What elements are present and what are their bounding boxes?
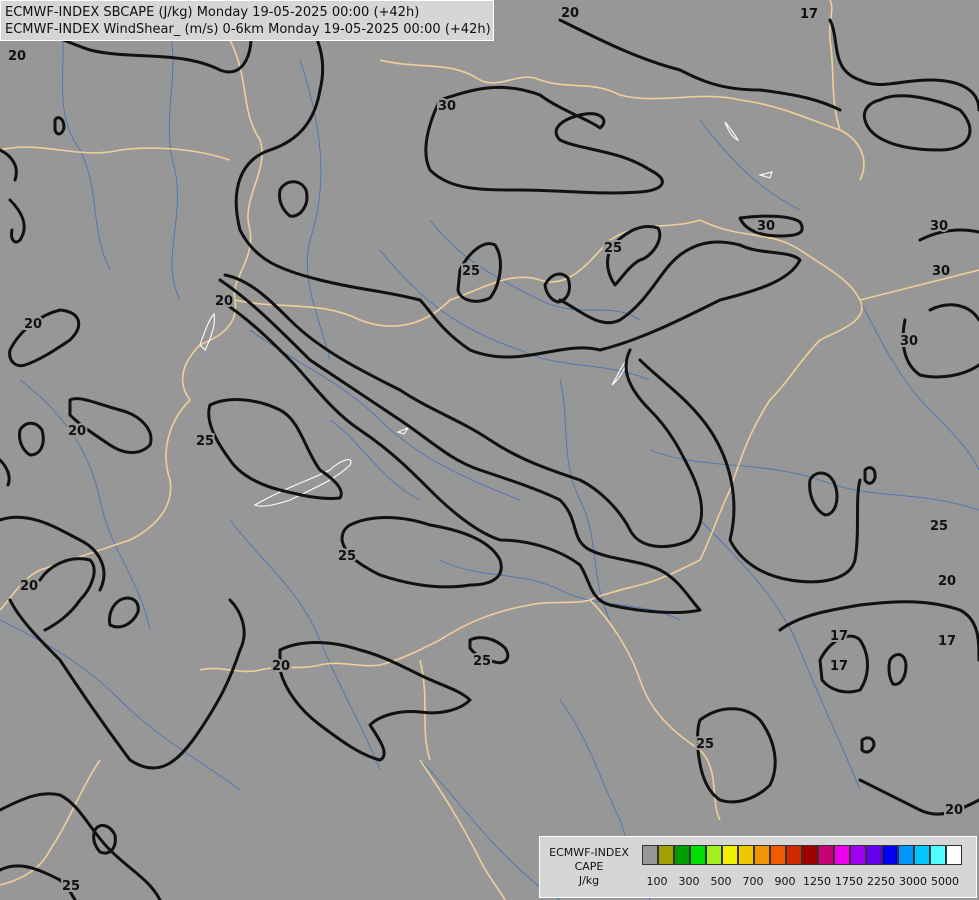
contour-label: 17 xyxy=(938,634,956,649)
legend-label: 1250 xyxy=(803,875,831,888)
contour-label: 30 xyxy=(900,334,918,349)
contour-label: 25 xyxy=(604,241,622,256)
contour-label: 17 xyxy=(830,629,848,644)
contour-label: 25 xyxy=(473,654,491,669)
contour-label: 30 xyxy=(757,219,775,234)
legend-title-unit: J/kg xyxy=(578,874,600,887)
legend-swatch xyxy=(690,845,706,865)
contour-label: 30 xyxy=(438,99,456,114)
legend-swatch xyxy=(658,845,674,865)
legend-title-model: ECMWF-INDEX xyxy=(549,846,629,859)
contour-label: 17 xyxy=(800,7,818,22)
map-background xyxy=(0,0,979,900)
legend-label: 500 xyxy=(710,875,732,888)
legend-swatch xyxy=(770,845,786,865)
legend-swatch xyxy=(818,845,834,865)
contour-label: 20 xyxy=(215,294,233,309)
legend-swatch xyxy=(834,845,850,865)
contour-label: 20 xyxy=(945,803,963,818)
map-title-box: ECMWF-INDEX SBCAPE (J/kg) Monday 19-05-2… xyxy=(0,0,494,41)
contour-label: 25 xyxy=(930,519,948,534)
contour-label: 20 xyxy=(20,579,38,594)
contour-label: 20 xyxy=(68,424,86,439)
legend-swatch xyxy=(946,845,962,865)
contour-label: 30 xyxy=(932,264,950,279)
legend-swatch xyxy=(898,845,914,865)
contour-label: 20 xyxy=(561,6,579,21)
legend-swatch xyxy=(642,845,658,865)
cape-legend: ECMWF-INDEX CAPE J/kg 100 300 500 700 900 125… xyxy=(539,836,977,898)
contour-label: 25 xyxy=(196,434,214,449)
legend-swatch xyxy=(850,845,866,865)
contour-label: 20 xyxy=(8,49,26,64)
legend-label: 300 xyxy=(678,875,700,888)
legend-label: 5000 xyxy=(931,875,959,888)
contour-label: 17 xyxy=(830,659,848,674)
legend-labels: 100 300 500 700 900 1250 1750 2250 3000 5000 xyxy=(642,875,972,889)
title-line-windshear: ECMWF-INDEX WindShear_ (m/s) 0-6km Monda… xyxy=(5,22,491,37)
legend-swatch xyxy=(786,845,802,865)
legend-swatch xyxy=(722,845,738,865)
legend-swatch xyxy=(706,845,722,865)
legend-swatch xyxy=(754,845,770,865)
legend-title-variable: CAPE xyxy=(574,860,604,873)
legend-label: 100 xyxy=(646,875,668,888)
legend-label: 1750 xyxy=(835,875,863,888)
legend-swatch xyxy=(930,845,946,865)
legend-swatch xyxy=(866,845,882,865)
contour-label: 25 xyxy=(338,549,356,564)
contour-label: 20 xyxy=(272,659,290,674)
contour-label: 30 xyxy=(930,219,948,234)
contour-label: 25 xyxy=(62,879,80,894)
legend-swatch xyxy=(914,845,930,865)
title-line-cape: ECMWF-INDEX SBCAPE (J/kg) Monday 19-05-2… xyxy=(5,5,420,20)
contour-label: 25 xyxy=(462,264,480,279)
legend-label: 2250 xyxy=(867,875,895,888)
legend-label: 700 xyxy=(742,875,764,888)
contour-label: 20 xyxy=(938,574,956,589)
legend-swatch xyxy=(674,845,690,865)
legend-label: 3000 xyxy=(899,875,927,888)
legend-swatch xyxy=(738,845,754,865)
legend-swatches xyxy=(642,845,962,865)
legend-title: ECMWF-INDEX CAPE J/kg xyxy=(544,846,634,888)
contour-label: 20 xyxy=(24,317,42,332)
weather-map: 20 17 30 20 30 25 25 30 30 20 20 30 20 2… xyxy=(0,0,979,900)
legend-swatch xyxy=(802,845,818,865)
legend-label: 900 xyxy=(774,875,796,888)
legend-swatch xyxy=(882,845,898,865)
contour-label: 25 xyxy=(696,737,714,752)
